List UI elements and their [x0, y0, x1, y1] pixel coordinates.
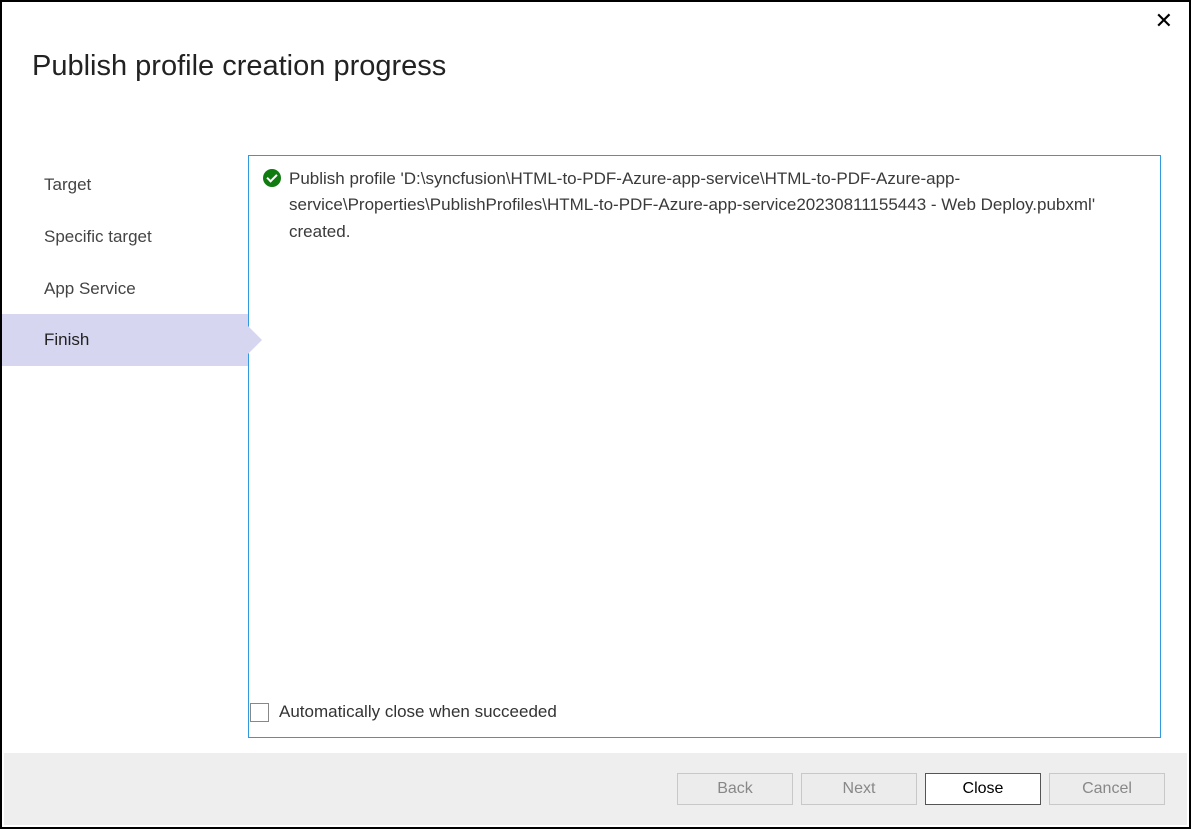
steps-list: Target Specific target App Service Finis… — [2, 155, 248, 738]
step-app-service[interactable]: App Service — [2, 263, 248, 315]
cancel-button[interactable]: Cancel — [1049, 773, 1165, 805]
step-label: Finish — [44, 330, 89, 349]
auto-close-checkbox[interactable] — [250, 703, 269, 722]
auto-close-row: Automatically close when succeeded — [250, 702, 557, 722]
log-text: Publish profile 'D:\syncfusion\HTML-to-P… — [289, 166, 1146, 245]
step-specific-target[interactable]: Specific target — [2, 211, 248, 263]
page-title: Publish profile creation progress — [2, 2, 1189, 83]
step-label: Target — [44, 175, 91, 194]
step-target[interactable]: Target — [2, 159, 248, 211]
step-label: App Service — [44, 279, 136, 298]
next-button[interactable]: Next — [801, 773, 917, 805]
log-entry: Publish profile 'D:\syncfusion\HTML-to-P… — [263, 166, 1146, 245]
step-label: Specific target — [44, 227, 152, 246]
progress-log: Publish profile 'D:\syncfusion\HTML-to-P… — [248, 155, 1161, 738]
close-icon[interactable]: ✕ — [1155, 10, 1173, 32]
auto-close-label: Automatically close when succeeded — [279, 702, 557, 722]
main-area: Target Specific target App Service Finis… — [2, 83, 1189, 738]
back-button[interactable]: Back — [677, 773, 793, 805]
footer-bar: Back Next Close Cancel — [4, 753, 1187, 825]
step-finish[interactable]: Finish — [2, 314, 248, 366]
success-icon — [263, 169, 281, 187]
close-button[interactable]: Close — [925, 773, 1041, 805]
